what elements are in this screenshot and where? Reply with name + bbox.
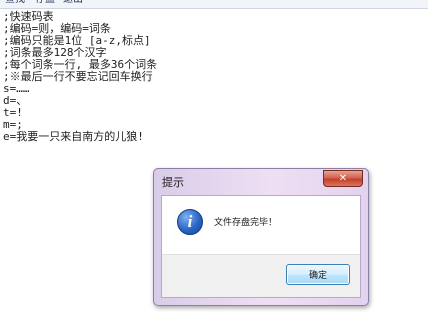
dialog-button-area: 确定 [162, 254, 360, 297]
close-icon: ✕ [338, 173, 348, 184]
info-icon: i [177, 209, 203, 235]
menu-bar: 查找 存盘 退出 [0, 0, 428, 9]
dialog-message: 文件存盘完毕！ [214, 217, 278, 227]
close-button[interactable]: ✕ [323, 170, 363, 187]
dialog-body: i 文件存盘完毕！ 确定 [161, 195, 361, 298]
dialog-title: 提示 [162, 177, 184, 189]
message-dialog: 提示 ✕ i 文件存盘完毕！ 确定 [153, 168, 369, 306]
ok-button[interactable]: 确定 [286, 264, 350, 285]
menu-item-save[interactable]: 存盘 [35, 0, 55, 6]
menu-item-exit[interactable]: 退出 [63, 0, 83, 6]
editor-line: e=我要一只来自南方的儿狼! [3, 130, 144, 143]
menu-item-find[interactable]: 查找 [5, 0, 25, 6]
